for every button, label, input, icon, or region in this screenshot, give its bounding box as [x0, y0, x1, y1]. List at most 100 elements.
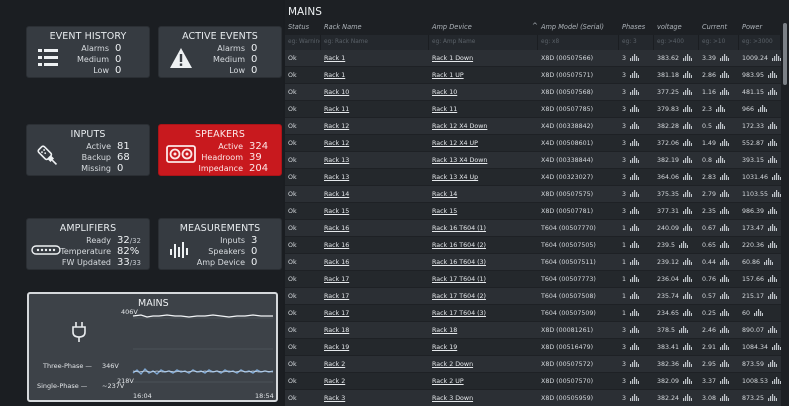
col-amp-model[interactable]: Amp Model (Serial) — [538, 20, 619, 34]
cell-amp-device[interactable]: Rack 14 — [429, 186, 538, 202]
amplifiers-panel[interactable]: AMPLIFIERS Ready 32/32 Temperature 82% FW … — [26, 218, 150, 270]
cell-rack-name[interactable]: Rack 16 — [321, 254, 429, 270]
col-status[interactable]: Status — [285, 20, 321, 34]
filter-amp-device[interactable]: eg: Amp Name — [429, 35, 538, 50]
table-row[interactable]: Ok Rack 16 Rack 16 T604 (1) T604 (00507770)… — [285, 220, 781, 237]
cell-status: Ok — [285, 288, 321, 304]
table-row[interactable]: Ok Rack 16 Rack 16 T604 (2) T604 (00507505)… — [285, 237, 781, 254]
table-row[interactable]: Ok Rack 18 Rack 18 X8D (00081261) 3 378.5 2.46… — [285, 322, 781, 339]
col-phases[interactable]: Phases — [619, 20, 654, 34]
cell-rack-name[interactable]: Rack 17 — [321, 271, 429, 287]
cell-voltage: 382.09 — [654, 373, 699, 389]
cell-amp-device[interactable]: Rack 12 X4 UP — [429, 135, 538, 151]
cell-amp-device[interactable]: Rack 17 T604 (3) — [429, 305, 538, 321]
cell-rack-name[interactable]: Rack 14 — [321, 186, 429, 202]
signal-bars-icon — [630, 139, 640, 146]
signal-bars-icon — [720, 139, 730, 146]
cell-amp-device[interactable]: Rack 16 T604 (1) — [429, 220, 538, 236]
table-filters: eg: Warning eg: Rack Name eg: Amp Name e… — [285, 35, 781, 50]
table-row[interactable]: Ok Rack 2 Rack 2 Down X8D (00507572) 3 382.36… — [285, 356, 781, 373]
cell-amp-device[interactable]: Rack 1 UP — [429, 67, 538, 83]
cell-rack-name[interactable]: Rack 13 — [321, 169, 429, 185]
cell-amp-device[interactable]: Rack 18 — [429, 322, 538, 338]
cell-amp-device[interactable]: Rack 17 T604 (2) — [429, 288, 538, 304]
cell-amp-device[interactable]: Rack 11 — [429, 101, 538, 117]
cell-rack-name[interactable]: Rack 15 — [321, 203, 429, 219]
table-row[interactable]: Ok Rack 2 Rack 2 UP X8D (00507570) 3 382.09 3.… — [285, 373, 781, 390]
cell-rack-name[interactable]: Rack 16 — [321, 237, 429, 253]
table-row[interactable]: Ok Rack 14 Rack 14 X8D (00507575) 3 375.35 2.7… — [285, 186, 781, 203]
chevron-up-icon[interactable]: ^ — [532, 22, 538, 30]
cell-amp-device[interactable]: Rack 19 — [429, 339, 538, 355]
table-row[interactable]: Ok Rack 17 Rack 17 T604 (2) T604 (00507508)… — [285, 288, 781, 305]
cell-amp-device[interactable]: Rack 1 Down — [429, 50, 538, 66]
cell-amp-device[interactable]: Rack 15 — [429, 203, 538, 219]
cell-amp-device[interactable]: Rack 13 X4 Up — [429, 169, 538, 185]
table-scrollbar[interactable] — [782, 20, 788, 406]
cell-amp-device[interactable]: Rack 2 UP — [429, 373, 538, 389]
mains-graph-panel[interactable]: MAINS 406V 218V Three-Phase — 346V Singl… — [27, 292, 278, 402]
filter-current[interactable]: eg: >10 — [699, 35, 739, 50]
active-events-panel[interactable]: ACTIVE EVENTS Alarms 0 Medium 0 Low 0 — [158, 26, 282, 78]
signal-bars-icon — [716, 105, 726, 112]
cell-rack-name[interactable]: Rack 1 — [321, 50, 429, 66]
cell-amp-device[interactable]: Rack 17 T604 (1) — [429, 271, 538, 287]
table-row[interactable]: Ok Rack 15 Rack 15 X8D (00507781) 3 377.31 2.3… — [285, 203, 781, 220]
col-current[interactable]: Current — [699, 20, 739, 34]
speakers-panel[interactable]: SPEAKERS Active 324 Headroom 39 Impedance 2… — [158, 124, 282, 176]
table-row[interactable]: Ok Rack 11 Rack 11 X8D (00507785) 3 379.83 2.3… — [285, 101, 781, 118]
cell-rack-name[interactable]: Rack 13 — [321, 152, 429, 168]
cell-rack-name[interactable]: Rack 2 — [321, 373, 429, 389]
cell-amp-device[interactable]: Rack 3 Down — [429, 390, 538, 406]
col-voltage[interactable]: voltage — [654, 20, 699, 34]
signal-bars-icon — [683, 275, 693, 282]
row-label: Ready — [86, 236, 111, 245]
cell-rack-name[interactable]: Rack 19 — [321, 339, 429, 355]
cell-amp-device[interactable]: Rack 10 — [429, 84, 538, 100]
table-row[interactable]: Ok Rack 13 Rack 13 X4 Up X4D (00323027) 3 364… — [285, 169, 781, 186]
cell-rack-name[interactable]: Rack 17 — [321, 288, 429, 304]
table-row[interactable]: Ok Rack 17 Rack 17 T604 (3) T604 (00507509)… — [285, 305, 781, 322]
cell-amp-device[interactable]: Rack 2 Down — [429, 356, 538, 372]
table-row[interactable]: Ok Rack 1 Rack 1 UP X8D (00507571) 3 381.18 2.… — [285, 67, 781, 84]
table-row[interactable]: Ok Rack 19 Rack 19 X8D (00516479) 3 383.41 2.9… — [285, 339, 781, 356]
cell-rack-name[interactable]: Rack 3 — [321, 390, 429, 406]
cell-rack-name[interactable]: Rack 2 — [321, 356, 429, 372]
cell-amp-model-text: X8D (00081261) — [541, 327, 594, 334]
filter-power[interactable]: eg: >3000 — [739, 35, 781, 50]
cell-amp-device[interactable]: Rack 16 T604 (2) — [429, 237, 538, 253]
cell-amp-device-text: Rack 17 T604 (2) — [432, 293, 487, 300]
cell-amp-device[interactable]: Rack 12 X4 Down — [429, 118, 538, 134]
event-history-panel[interactable]: EVENT HISTORY Alarms 0 Medium 0 Low 0 — [26, 26, 150, 78]
table-row[interactable]: Ok Rack 10 Rack 10 X8D (00507568) 3 377.25 1.1… — [285, 84, 781, 101]
table-row[interactable]: Ok Rack 12 Rack 12 X4 UP X4D (00508601) 3 372… — [285, 135, 781, 152]
table-row[interactable]: Ok Rack 1 Rack 1 Down X8D (00507566) 3 383.62… — [285, 50, 781, 67]
cell-amp-device[interactable]: Rack 13 X4 Down — [429, 152, 538, 168]
cell-phases-text: 1 — [622, 293, 627, 300]
scrollbar-thumb[interactable] — [783, 23, 787, 85]
col-rack-name[interactable]: Rack Name — [321, 20, 429, 34]
filter-rack-name[interactable]: eg: Rack Name — [321, 35, 429, 50]
col-amp-device[interactable]: Amp Device — [429, 20, 526, 34]
table-row[interactable]: Ok Rack 16 Rack 16 T604 (3) T604 (00507511)… — [285, 254, 781, 271]
inputs-panel[interactable]: INPUTS Active 81 Backup 68 Missing 0 — [26, 124, 150, 176]
cell-rack-name[interactable]: Rack 12 — [321, 118, 429, 134]
cell-rack-name[interactable]: Rack 17 — [321, 305, 429, 321]
cell-rack-name[interactable]: Rack 11 — [321, 101, 429, 117]
measurements-panel[interactable]: MEASUREMENTS Inputs 3 Speakers 0 Amp Devic… — [158, 218, 282, 270]
filter-phases[interactable]: eg: 3 — [619, 35, 654, 50]
table-row[interactable]: Ok Rack 17 Rack 17 T604 (1) T604 (00507773)… — [285, 271, 781, 288]
col-power[interactable]: Power — [739, 20, 781, 34]
cell-rack-name[interactable]: Rack 1 — [321, 67, 429, 83]
table-row[interactable]: Ok Rack 3 Rack 3 Down X8D (00505959) 3 382.24… — [285, 390, 781, 406]
cell-rack-name[interactable]: Rack 18 — [321, 322, 429, 338]
table-row[interactable]: Ok Rack 13 Rack 13 X4 Down X4D (00338844) 3 3… — [285, 152, 781, 169]
cell-amp-device[interactable]: Rack 16 T604 (3) — [429, 254, 538, 270]
filter-status[interactable]: eg: Warning — [285, 35, 321, 50]
table-row[interactable]: Ok Rack 12 Rack 12 X4 Down X4D (00338842) 3 3… — [285, 118, 781, 135]
cell-rack-name[interactable]: Rack 16 — [321, 220, 429, 236]
filter-amp-model[interactable]: eg: x8 — [538, 35, 619, 50]
filter-voltage[interactable]: eg: >400 — [654, 35, 699, 50]
cell-rack-name[interactable]: Rack 12 — [321, 135, 429, 151]
cell-rack-name[interactable]: Rack 10 — [321, 84, 429, 100]
